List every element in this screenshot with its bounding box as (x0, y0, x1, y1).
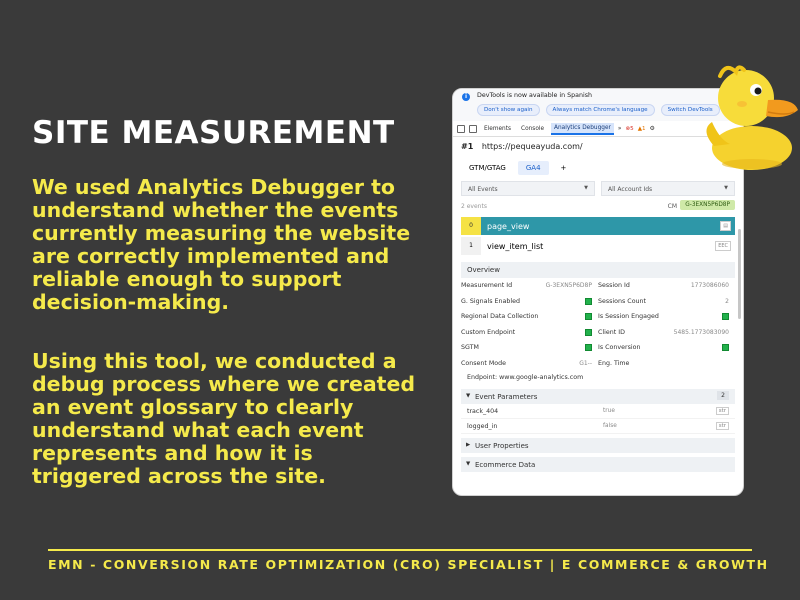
overview-row: Consent Mode G1-- Eng. Time (461, 356, 735, 372)
section-label: User Properties (475, 442, 529, 450)
slide-title: SITE MEASUREMENT (32, 115, 395, 151)
event-row-view-item-list[interactable]: 1 view_item_list EEC (461, 237, 735, 255)
tab-analytics-debugger[interactable]: Analytics Debugger (551, 122, 614, 135)
param-name: track_404 (467, 407, 499, 415)
overview-row: G. Signals Enabled Sessions Count 2 (461, 294, 735, 310)
overview-header[interactable]: Overview (461, 262, 735, 278)
param-row: logged_in false str (461, 419, 735, 434)
check-icon (585, 297, 592, 305)
accounts-filter-select[interactable]: All Account Ids ▼ (601, 181, 735, 196)
param-name: logged_in (467, 422, 498, 430)
event-name: page_view (487, 221, 530, 231)
overview-row: SGTM Is Conversion (461, 340, 735, 356)
intro-paragraph: We used Analytics Debugger to understand… (32, 175, 411, 314)
event-parameters-header[interactable]: ▼ Event Parameters 2 (461, 389, 735, 404)
tab-gtm-gtag[interactable]: GTM/GTAG (461, 161, 514, 175)
banner-text: DevTools is now available in Spanish (477, 92, 593, 99)
section-label: Event Parameters (475, 393, 538, 401)
check-icon (585, 313, 592, 321)
chevron-down-icon: ▼ (724, 185, 728, 191)
field-label: Session Id (598, 282, 630, 290)
field-label: Eng. Time (598, 359, 630, 367)
event-index: 0 (461, 217, 481, 235)
event-type-icon: ▤ (720, 221, 731, 231)
field-label: Client ID (598, 328, 625, 336)
page-number: #1 (461, 142, 474, 151)
measurement-id-badge: G-3EXN5P6D8P (680, 200, 735, 210)
param-count-badge: 2 (717, 391, 729, 400)
consent-mode-label: CM (667, 203, 677, 210)
event-name: view_item_list (487, 241, 544, 251)
process-paragraph: Using this tool, we conducted a debug pr… (32, 349, 416, 488)
footer-divider (48, 549, 752, 551)
endpoint-text: Endpoint: www.google-analytics.com (467, 374, 584, 381)
caret-down-icon: ▼ (466, 393, 471, 399)
field-label: Custom Endpoint (461, 328, 516, 336)
event-row-page-view[interactable]: 0 page_view ▤ (461, 217, 735, 235)
field-label: Consent Mode (461, 359, 507, 367)
field-value: G-3EXN5P6D8P (545, 282, 592, 290)
tab-console[interactable]: Console (518, 124, 547, 134)
events-filter-select[interactable]: All Events ▼ (461, 181, 595, 196)
param-value: true (603, 408, 615, 414)
panel-scrollbar[interactable] (738, 229, 741, 319)
events-filter-value: All Events (468, 186, 498, 193)
ecommerce-data-header[interactable]: ▼ Ecommerce Data (461, 457, 735, 472)
param-type: str (715, 422, 729, 430)
inspect-icon[interactable] (457, 124, 465, 133)
tab-ga4[interactable]: GA4 (517, 161, 549, 175)
events-count: 2 events (461, 203, 487, 210)
add-tab-button[interactable]: + (553, 161, 575, 175)
event-index: 1 (461, 237, 481, 255)
check-icon (585, 328, 592, 336)
field-label: G. Signals Enabled (461, 297, 520, 305)
dont-show-again-button[interactable]: Don't show again (477, 104, 540, 116)
overview-row: Regional Data Collection Is Session Enga… (461, 309, 735, 325)
events-count-row: 2 events CM G-3EXN5P6D8P (461, 200, 735, 215)
param-type: str (715, 407, 729, 415)
device-toggle-icon[interactable] (469, 124, 477, 133)
rubber-duck-icon (706, 65, 798, 170)
error-count-badge[interactable]: ⊗5 (625, 126, 633, 132)
caret-right-icon: ▶ (466, 442, 471, 448)
field-value: 2 (725, 297, 729, 305)
more-tabs-icon[interactable]: » (618, 126, 622, 132)
field-value: G1-- (579, 359, 592, 367)
warning-count-badge[interactable]: ▲1 (638, 126, 646, 132)
user-properties-header[interactable]: ▶ User Properties (461, 438, 735, 453)
caret-down-icon: ▼ (466, 461, 471, 467)
field-label: SGTM (461, 344, 479, 352)
accounts-filter-value: All Account Ids (608, 186, 653, 193)
field-label: Regional Data Collection (461, 313, 539, 321)
match-language-button[interactable]: Always match Chrome's language (545, 104, 655, 116)
info-icon: i (462, 93, 470, 101)
eec-badge: EEC (715, 241, 731, 251)
field-value: 1773086060 (690, 282, 729, 290)
section-label: Ecommerce Data (475, 461, 536, 469)
param-value: false (603, 423, 617, 429)
overview-row: Custom Endpoint Client ID 5485.1773083090 (461, 325, 735, 341)
field-label: Is Conversion (598, 344, 641, 352)
check-icon (585, 344, 592, 352)
field-label: Sessions Count (598, 297, 647, 305)
page-url: https://pequeayuda.com/ (481, 142, 583, 151)
tab-elements[interactable]: Elements (481, 124, 514, 134)
param-row: track_404 true str (461, 404, 735, 419)
footer-credit: EMN - CONVERSION RATE OPTIMIZATION (CRO)… (48, 557, 769, 572)
field-label: Is Session Engaged (598, 313, 659, 321)
gear-icon[interactable]: ⚙ (650, 126, 655, 132)
chevron-down-icon: ▼ (584, 185, 588, 191)
field-value: 5485.1773083090 (673, 328, 729, 336)
check-icon (722, 313, 729, 321)
debugger-panel: #1 https://pequeayuda.com/ GTM/GTAG GA4 … (453, 137, 743, 472)
check-icon (722, 344, 729, 352)
field-label: Measurement Id (461, 282, 513, 290)
overview-row: Measurement Id G-3EXN5P6D8P Session Id 177… (461, 278, 735, 294)
